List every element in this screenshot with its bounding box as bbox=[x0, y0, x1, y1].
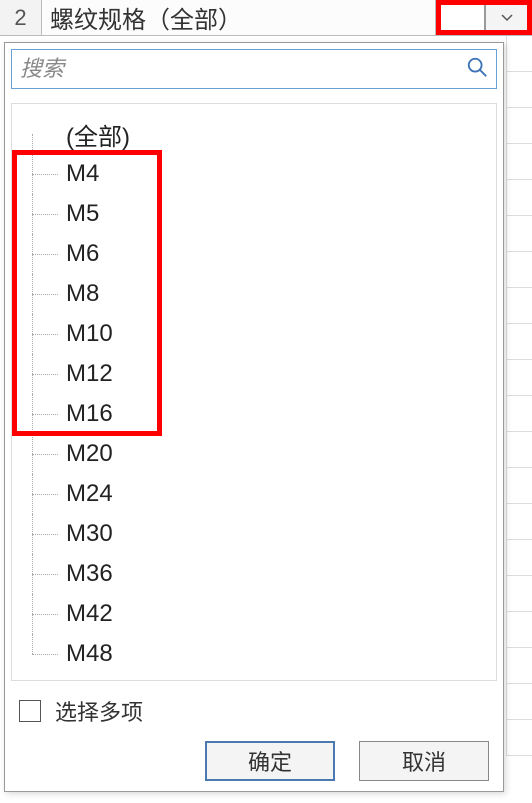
tree-item[interactable]: M8 bbox=[18, 274, 490, 314]
tree-connector bbox=[18, 474, 66, 514]
grid-lines bbox=[506, 36, 532, 803]
tree-item[interactable]: M16 bbox=[18, 394, 490, 434]
tree-item[interactable]: M6 bbox=[18, 234, 490, 274]
tree-item-label: M30 bbox=[66, 520, 113, 548]
tree-connector bbox=[18, 154, 66, 194]
filter-header-row: 2 螺纹规格（全部） bbox=[0, 0, 532, 36]
tree-item[interactable]: M10 bbox=[18, 314, 490, 354]
tree-item[interactable]: M42 bbox=[18, 594, 490, 634]
tree-connector bbox=[18, 354, 66, 394]
tree-connector bbox=[18, 234, 66, 274]
tree-item-label: M24 bbox=[66, 480, 113, 508]
search-input[interactable] bbox=[20, 56, 466, 82]
tree-item[interactable]: M24 bbox=[18, 474, 490, 514]
popup-footer: 选择多项 确定 取消 bbox=[5, 685, 503, 791]
dropdown-highlight bbox=[436, 0, 532, 35]
tree-item-label: M6 bbox=[66, 240, 99, 268]
tree-connector bbox=[18, 634, 66, 674]
tree-item-label: M48 bbox=[66, 640, 113, 668]
tree-item[interactable]: M48 bbox=[18, 634, 490, 674]
tree-connector bbox=[18, 594, 66, 634]
tree-item[interactable]: M36 bbox=[18, 554, 490, 594]
multiselect-label: 选择多项 bbox=[55, 695, 143, 727]
dropdown-spacer bbox=[441, 5, 485, 30]
tree-root-label: (全部) bbox=[66, 117, 130, 152]
tree-item[interactable]: M30 bbox=[18, 514, 490, 554]
tree-connector bbox=[18, 274, 66, 314]
filter-tree: (全部) M4 M5 M6 M8 M10 M12 M16 M20 M24 M30 M36 M42 M48 bbox=[5, 95, 503, 685]
tree-connector bbox=[18, 314, 66, 354]
tree-item[interactable]: M20 bbox=[18, 434, 490, 474]
search-row bbox=[11, 49, 497, 89]
tree-item-label: M36 bbox=[66, 560, 113, 588]
tree-item-label: M8 bbox=[66, 280, 99, 308]
ok-button[interactable]: 确定 bbox=[205, 741, 335, 781]
tree-item[interactable]: M12 bbox=[18, 354, 490, 394]
filter-dropdown-button[interactable] bbox=[485, 5, 527, 30]
tree-connector bbox=[18, 514, 66, 554]
filter-dropdown-popup: (全部) M4 M5 M6 M8 M10 M12 M16 M20 M24 M30 M36 M42 M48… bbox=[4, 42, 504, 792]
tree-item-label: M5 bbox=[66, 200, 99, 228]
tree-item[interactable]: M5 bbox=[18, 194, 490, 234]
multiselect-checkbox[interactable] bbox=[19, 700, 41, 722]
tree-connector bbox=[18, 114, 66, 154]
tree-root-item[interactable]: (全部) bbox=[18, 114, 490, 154]
tree-item[interactable]: M4 bbox=[18, 154, 490, 194]
cancel-button[interactable]: 取消 bbox=[359, 741, 489, 781]
multiselect-row: 选择多项 bbox=[19, 695, 489, 727]
row-number: 2 bbox=[0, 0, 42, 35]
chevron-down-icon bbox=[501, 9, 513, 27]
tree-connector bbox=[18, 394, 66, 434]
tree-connector bbox=[18, 434, 66, 474]
filter-column-label: 螺纹规格（全部） bbox=[42, 0, 436, 35]
tree-item-label: M12 bbox=[66, 360, 113, 388]
tree-connector bbox=[18, 554, 66, 594]
tree-connector bbox=[18, 194, 66, 234]
tree-item-label: M16 bbox=[66, 400, 113, 428]
search-icon[interactable] bbox=[466, 56, 488, 83]
tree-item-label: M20 bbox=[66, 440, 113, 468]
tree-item-label: M10 bbox=[66, 320, 113, 348]
button-row: 确定 取消 bbox=[19, 737, 489, 785]
tree-item-label: M4 bbox=[66, 160, 99, 188]
tree-item-label: M42 bbox=[66, 600, 113, 628]
